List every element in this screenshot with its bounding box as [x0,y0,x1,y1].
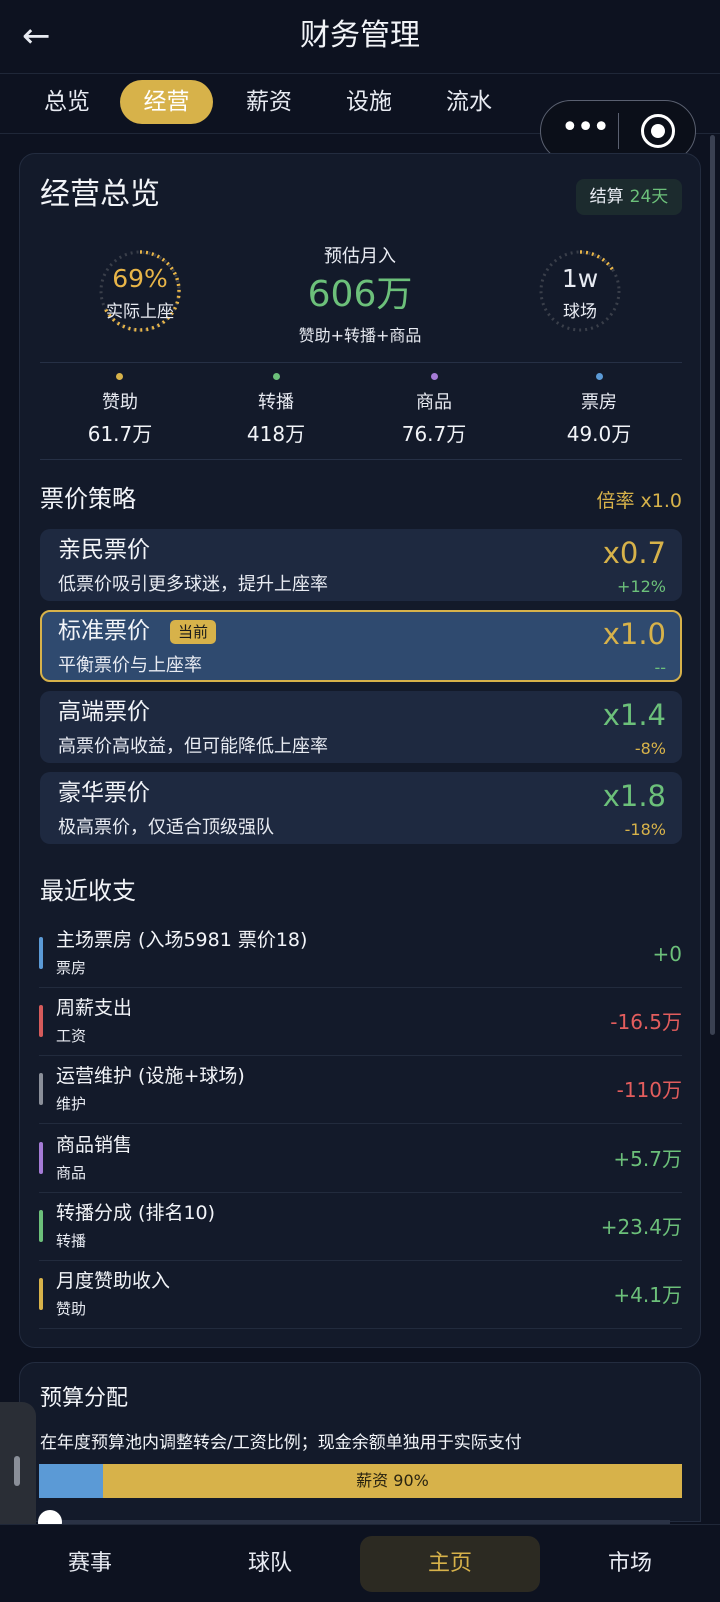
overview-divider [40,362,682,363]
salary-budget-bar: 薪资 90% [103,1464,682,1498]
nav-market[interactable]: 市场 [540,1536,720,1592]
price-option-premium[interactable]: 高端票价 高票价高收益，但可能降低上座率 x1.4 -8% [40,691,682,763]
price-multiplier: x1.0 [602,617,666,651]
nav-home[interactable]: 主页 [360,1536,540,1592]
source-ticket-value: 49.0万 [566,422,632,446]
source-broadcast-value: 418万 [246,422,306,446]
price-name: 亲民票价 [58,537,150,563]
grip-icon [14,1456,20,1486]
transaction-amount: +4.1万 [613,1283,682,1307]
settlement-days: 24天 [629,187,669,207]
price-delta: -8% [634,739,666,758]
nav-team[interactable]: 球队 [180,1536,360,1592]
price-multiplier: x1.4 [602,698,666,732]
transaction-amount: -16.5万 [610,1010,682,1034]
estimated-income-breakdown: 赞助+转播+商品 [298,326,422,345]
estimated-income-label: 预估月入 [324,246,396,267]
price-desc: 极高票价，仅适合顶级强队 [58,817,274,838]
attendance-label: 实际上座 [106,302,174,322]
transaction-category: 赞助 [56,1300,87,1318]
transaction-name: 月度赞助收入 [56,1270,171,1292]
price-desc: 低票价吸引更多球迷，提升上座率 [58,574,328,595]
current-badge: 当前 [170,620,217,644]
price-option-standard[interactable]: 标准票价 当前 平衡票价与上座率 x1.0 -- [40,610,682,682]
overview-title: 经营总览 [40,177,160,212]
scrollbar-thumb[interactable] [710,135,715,1035]
transaction-name: 运营维护 (设施+球场) [56,1065,245,1087]
source-merch-label: 商品 [416,392,452,413]
transaction-name: 周薪支出 [56,997,133,1019]
tab-facilities[interactable]: 设施 [332,80,406,124]
category-bar [39,937,43,969]
transaction-name: 商品销售 [56,1134,133,1156]
transaction-category: 工资 [56,1027,87,1045]
price-multiplier: x1.8 [602,779,666,813]
transaction-category: 维护 [56,1095,87,1113]
source-sponsor-label: 赞助 [102,392,138,413]
price-name: 标准票价 [58,618,150,644]
capsule-divider [618,113,619,149]
merch-dot [431,373,438,380]
tab-overview[interactable]: 总览 [30,80,104,124]
source-ticket-label: 票房 [581,392,617,413]
transaction-amount: +23.4万 [600,1215,682,1239]
row-divider [39,1192,682,1193]
transaction-amount: +0 [652,942,682,966]
settlement-label: 结算 [589,187,624,207]
transaction-name: 主场票房 (入场5981 票价18) [56,929,308,951]
more-dots-icon[interactable]: ••• [561,113,610,149]
category-bar [39,1073,43,1105]
sponsor-dot [116,373,123,380]
target-icon[interactable] [641,114,675,148]
category-bar [39,1005,43,1037]
price-desc: 平衡票价与上座率 [58,655,202,676]
recent-title: 最近收支 [40,877,136,905]
budget-description: 在年度预算池内调整转会/工资比例；现金余额单独用于实际支付 [40,1433,522,1453]
transaction-name: 转播分成 (排名10) [56,1202,216,1224]
venue-label: 球场 [563,302,597,322]
tab-ledger[interactable]: 流水 [432,80,506,124]
source-sponsor-value: 61.7万 [87,422,153,446]
venue-capacity: 1w [561,264,599,293]
settlement-badge: 结算 24天 [576,179,682,215]
broadcast-dot [273,373,280,380]
transaction-category: 转播 [56,1232,87,1250]
tab-operations[interactable]: 经营 [120,80,213,124]
price-multiplier: x0.7 [602,536,666,570]
category-bar [39,1142,43,1174]
attendance-percent: 69% [112,264,168,293]
estimated-income-value: 606万 [307,274,413,315]
row-divider [39,1328,682,1329]
price-option-luxury[interactable]: 豪华票价 极高票价，仅适合顶级强队 x1.8 -18% [40,772,682,844]
price-delta: -- [654,658,666,677]
sources-divider [40,459,682,460]
price-name: 高端票价 [58,699,150,725]
category-bar [39,1278,43,1310]
transaction-amount: -110万 [616,1078,682,1102]
price-option-affordable[interactable]: 亲民票价 低票价吸引更多球迷，提升上座率 x0.7 +12% [40,529,682,601]
row-divider [39,1260,682,1261]
page-title: 财务管理 [300,18,420,53]
pricing-title: 票价策略 [40,485,136,513]
source-broadcast-label: 转播 [258,392,294,413]
tab-salary[interactable]: 薪资 [232,80,306,124]
transaction-category: 票房 [56,959,87,977]
pricing-multiplier: 倍率 x1.0 [596,490,682,512]
price-desc: 高票价高收益，但可能降低上座率 [58,736,328,757]
row-divider [39,987,682,988]
price-delta: +12% [617,577,666,596]
source-merch-value: 76.7万 [401,422,467,446]
transaction-category: 商品 [56,1164,87,1182]
category-bar [39,1210,43,1242]
ticket-dot [596,373,603,380]
price-name: 豪华票价 [58,780,150,806]
row-divider [39,1123,682,1124]
transfer-budget-bar [39,1464,103,1498]
price-delta: -18% [624,820,666,839]
nav-matches[interactable]: 赛事 [0,1536,180,1592]
row-divider [39,1055,682,1056]
transaction-amount: +5.7万 [613,1147,682,1171]
budget-title: 预算分配 [40,1386,129,1411]
